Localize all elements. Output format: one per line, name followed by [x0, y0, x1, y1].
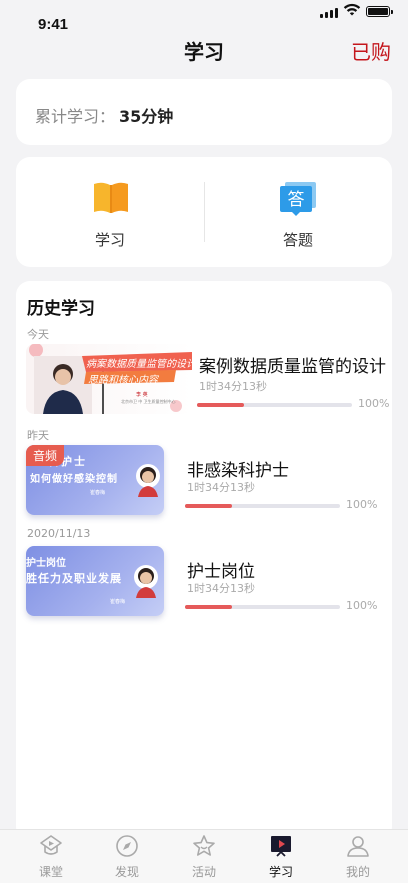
audio-badge: 音频 [26, 445, 65, 466]
tab-activity[interactable]: 活动 [165, 830, 243, 883]
classroom-icon [40, 835, 62, 855]
progress-bar [185, 504, 340, 508]
user-icon [347, 836, 369, 857]
tab-discover-label: 发现 [114, 865, 139, 879]
tab-study-label: 学习 [268, 865, 293, 879]
tab-classroom-label: 课堂 [38, 865, 63, 879]
course-title: 护士岗位 [187, 562, 255, 582]
history-card: 历史学习 今天 病案数据质量监管的设计 思路和核心内容 李 英 北京市卫 中 卫… [16, 281, 392, 841]
wifi-icon [343, 3, 361, 16]
history-title: 历史学习 [27, 299, 95, 319]
thumb-text: 如何做好感染控制 [30, 474, 118, 485]
total-study-label: 累计学习： [35, 107, 116, 126]
speaker-portrait [136, 464, 160, 497]
book-icon [94, 182, 128, 213]
progress-percent: 100% [346, 498, 378, 511]
history-date-label: 今天 [27, 328, 49, 341]
tab-classroom[interactable]: 课堂 [12, 830, 90, 883]
tab-activity-label: 活动 [191, 865, 216, 879]
thumb-caption: 北京市卫 中 卫生质量控制中心 [121, 399, 176, 404]
course-duration: 1时34分13秒 [187, 582, 255, 595]
study-menu-card: 学习 答 答题 [16, 157, 392, 267]
total-study-value: 35分钟 [119, 107, 174, 126]
course-thumbnail: 科护士 如何做好感染控制 崔春梅 音频 [26, 445, 164, 515]
purchased-button[interactable]: 已购 [351, 36, 391, 65]
speaker-portrait [134, 565, 158, 598]
progress-fill [185, 504, 232, 508]
course-title: 案例数据质量监管的设计 [199, 357, 386, 377]
tab-mine-label: 我的 [345, 865, 370, 879]
history-item[interactable]: 护士岗位 胜任力及职业发展 崔春梅 护士岗位 1时34分13秒 100% [26, 546, 386, 620]
progress-fill [197, 403, 244, 407]
thumb-caption: 崔春梅 [110, 599, 126, 605]
course-thumbnail: 护士岗位 胜任力及职业发展 崔春梅 [26, 546, 164, 616]
compass-icon [116, 835, 138, 857]
star-icon [193, 835, 215, 856]
thumb-caption: 李 英 [136, 392, 148, 398]
history-item[interactable]: 科护士 如何做好感染控制 崔春梅 音频 非感染科护士 1时34分13秒 100% [26, 445, 386, 519]
progress-fill [185, 605, 232, 609]
menu-item-study-label: 学习 [94, 231, 125, 249]
cellular-signal-icon [320, 8, 338, 18]
thumb-text: 护士岗位 [26, 558, 66, 569]
history-date-label: 2020/11/13 [27, 527, 91, 540]
menu-item-study[interactable]: 学习 [16, 157, 204, 267]
study-play-icon [271, 836, 291, 857]
nav-bar: 学习 已购 [0, 30, 408, 70]
thumb-text: 胜任力及职业发展 [26, 572, 122, 585]
history-item[interactable]: 病案数据质量监管的设计 思路和核心内容 李 英 北京市卫 中 卫生质量控制中心 … [26, 344, 390, 418]
study-summary-card: 累计学习： 35分钟 [16, 79, 392, 145]
battery-icon [366, 6, 393, 17]
course-duration: 1时34分13秒 [199, 380, 267, 393]
thumb-text: 病案数据质量监管的设计 [86, 359, 192, 370]
progress-percent: 100% [346, 599, 378, 612]
answer-icon-glyph: 答 [288, 190, 305, 210]
progress-bar [197, 403, 352, 407]
menu-item-answer[interactable]: 答 答题 [204, 157, 392, 267]
page-title: 学习 [184, 40, 224, 64]
tab-study[interactable]: 学习 [242, 830, 320, 883]
tab-mine[interactable]: 我的 [319, 830, 397, 883]
history-date-label: 昨天 [27, 429, 49, 442]
thumb-text: 思路和核心内容 [88, 375, 158, 386]
course-title: 非感染科护士 [187, 461, 289, 481]
tab-bar: 课堂 发现 活动 学习 我的 [0, 829, 408, 883]
course-thumbnail: 病案数据质量监管的设计 思路和核心内容 李 英 北京市卫 中 卫生质量控制中心 [26, 344, 192, 414]
progress-percent: 100% [358, 397, 390, 410]
tab-discover[interactable]: 发现 [88, 830, 166, 883]
answer-icon: 答 [280, 182, 316, 216]
menu-item-answer-label: 答题 [282, 231, 313, 249]
thumb-caption: 崔春梅 [90, 490, 106, 496]
course-duration: 1时34分13秒 [187, 481, 255, 494]
progress-bar [185, 605, 340, 609]
